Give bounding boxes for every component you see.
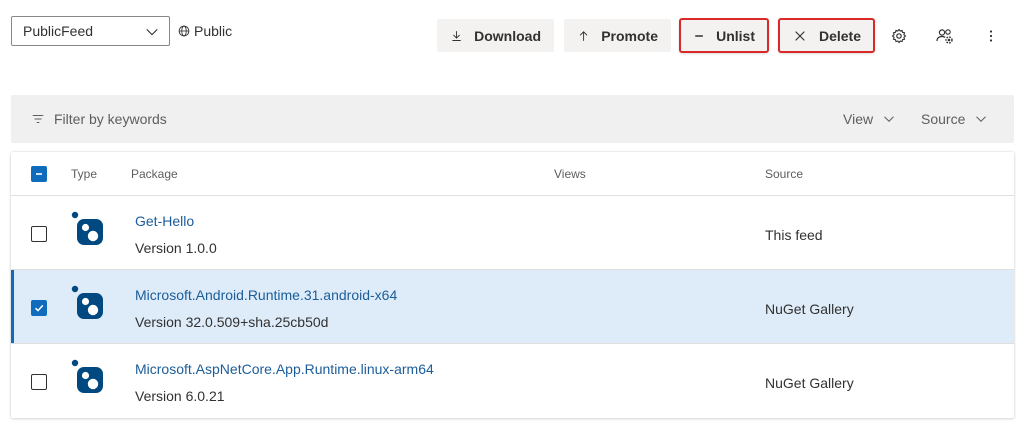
package-source: This feed: [765, 227, 823, 243]
gear-icon: [891, 28, 907, 44]
source-dropdown[interactable]: Source: [921, 111, 987, 127]
settings-button[interactable]: [889, 26, 909, 46]
download-button[interactable]: Download: [437, 19, 554, 52]
delete-button[interactable]: Delete: [778, 18, 875, 53]
feed-selector[interactable]: PublicFeed: [11, 16, 170, 46]
row-checkbox[interactable]: [31, 226, 47, 242]
package-name-link[interactable]: Get-Hello: [135, 213, 194, 229]
download-label: Download: [474, 27, 541, 44]
minus-icon: [695, 34, 703, 37]
view-dropdown-label: View: [843, 111, 874, 127]
delete-label: Delete: [818, 27, 861, 44]
more-options-button[interactable]: [981, 26, 1001, 46]
feed-selector-value: PublicFeed: [23, 23, 94, 39]
unlist-button[interactable]: Unlist: [679, 18, 769, 53]
download-icon: [452, 30, 461, 41]
globe-icon: [178, 25, 190, 37]
nuget-package-icon: [71, 285, 103, 319]
chevron-down-icon: [976, 116, 987, 122]
view-dropdown[interactable]: View: [843, 111, 895, 127]
package-name-link[interactable]: Microsoft.AspNetCore.App.Runtime.linux-a…: [135, 361, 434, 377]
filter-input[interactable]: Filter by keywords: [54, 111, 167, 127]
package-source: NuGet Gallery: [765, 301, 854, 317]
people-settings-icon: [936, 29, 953, 44]
promote-button[interactable]: Promote: [564, 19, 671, 52]
table-row[interactable]: Microsoft.AspNetCore.App.Runtime.linux-a…: [11, 344, 1014, 418]
arrow-up-icon: [579, 30, 588, 41]
package-version: Version 6.0.21: [135, 388, 225, 404]
row-checkbox[interactable]: [31, 374, 47, 390]
row-checkbox[interactable]: [31, 300, 47, 316]
chevron-down-icon: [884, 116, 894, 122]
package-name-link[interactable]: Microsoft.Android.Runtime.31.android-x64: [135, 287, 397, 303]
package-version: Version 32.0.509+sha.25cb50d: [135, 314, 329, 330]
more-vertical-icon: [989, 30, 993, 42]
feed-visibility: Public: [178, 23, 232, 39]
checkmark-icon: [34, 304, 44, 312]
select-all-checkbox[interactable]: [31, 166, 47, 182]
filter-bar: Filter by keywords View Source: [11, 95, 1014, 143]
packages-table: Type Package Views Source Get-Hello Vers…: [11, 152, 1014, 418]
promote-label: Promote: [601, 27, 658, 44]
visibility-label: Public: [194, 23, 233, 39]
minus-icon: [36, 173, 42, 175]
package-version: Version 1.0.0: [135, 240, 217, 256]
table-row[interactable]: Get-Hello Version 1.0.0 This feed: [11, 196, 1014, 270]
source-dropdown-label: Source: [921, 111, 966, 127]
close-icon: [795, 30, 805, 41]
filter-icon: [32, 114, 44, 124]
column-header-source[interactable]: Source: [765, 167, 803, 181]
column-header-type[interactable]: Type: [71, 167, 97, 181]
unlist-label: Unlist: [716, 27, 755, 44]
chevron-down-icon: [146, 28, 158, 36]
nuget-package-icon: [71, 211, 103, 245]
table-row[interactable]: Microsoft.Android.Runtime.31.android-x64…: [11, 270, 1014, 344]
column-header-package[interactable]: Package: [131, 167, 178, 181]
package-source: NuGet Gallery: [765, 375, 854, 391]
column-header-views[interactable]: Views: [554, 167, 586, 181]
nuget-package-icon: [71, 359, 103, 393]
permissions-button[interactable]: [934, 26, 956, 46]
table-header: Type Package Views Source: [11, 152, 1014, 196]
